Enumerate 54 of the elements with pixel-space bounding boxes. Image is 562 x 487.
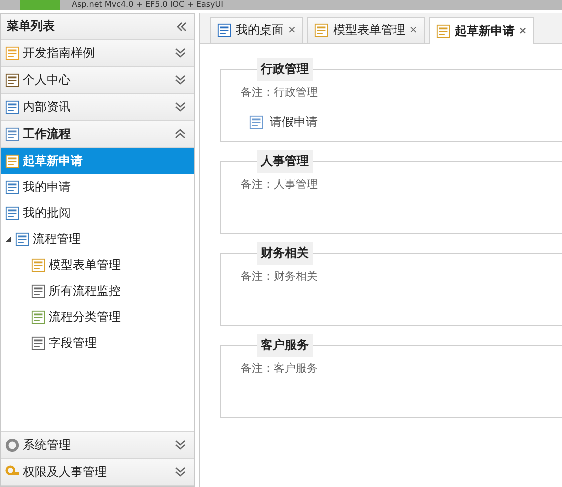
form-link[interactable]: 请假申请: [249, 114, 318, 131]
close-icon[interactable]: ×: [409, 25, 418, 36]
collapse-sidebar-icon[interactable]: [176, 22, 188, 32]
group-note: 备注：行政管理: [241, 85, 319, 100]
tree-item[interactable]: 我的批阅: [1, 200, 194, 226]
group-note: 备注：客户服务: [241, 361, 319, 376]
tree-item[interactable]: 模型表单管理: [1, 252, 194, 278]
group-legend: 客户服务: [257, 334, 313, 357]
logo: [20, 0, 60, 10]
accordion-header[interactable]: 内部资讯: [1, 94, 194, 121]
document-icon: [31, 310, 46, 324]
document-icon: [5, 100, 20, 114]
document-icon: [31, 284, 46, 298]
document-icon: [5, 126, 20, 142]
document-icon: [5, 180, 20, 194]
tab[interactable]: 我的桌面 ×: [210, 17, 304, 43]
document-icon: [31, 336, 46, 350]
tree-item[interactable]: 起草新申请: [1, 148, 194, 174]
group-note: 备注：财务相关: [241, 269, 319, 284]
double-chevron-down-icon[interactable]: [175, 440, 186, 450]
accordion-header[interactable]: 系统管理: [1, 432, 194, 459]
document-icon: [5, 154, 20, 168]
document-icon: [436, 24, 451, 38]
double-chevron-down-icon[interactable]: [175, 102, 186, 112]
tree-item[interactable]: 所有流程监控: [1, 278, 194, 304]
close-icon[interactable]: ×: [518, 26, 528, 36]
accordion-header[interactable]: 权限及人事管理: [1, 459, 194, 486]
group-note: 备注：人事管理: [241, 177, 319, 192]
double-chevron-up-icon[interactable]: [175, 129, 186, 139]
collapse-triangle-icon[interactable]: [5, 236, 12, 242]
document-icon: [5, 46, 20, 60]
tree-item[interactable]: 流程管理: [1, 226, 194, 252]
tree-item[interactable]: 流程分类管理: [1, 304, 194, 330]
accordion-header[interactable]: 开发指南样例: [1, 40, 194, 67]
document-icon: [5, 206, 20, 220]
double-chevron-down-icon[interactable]: [175, 75, 186, 85]
document-icon: [15, 232, 30, 246]
tree-item[interactable]: 我的申请: [1, 174, 194, 200]
group-legend: 财务相关: [257, 242, 313, 265]
tab[interactable]: 起草新申请 ×: [428, 17, 534, 44]
document-icon: [31, 258, 46, 272]
group-legend: 人事管理: [257, 150, 313, 173]
close-icon[interactable]: ×: [288, 25, 296, 36]
accordion-header[interactable]: 工作流程: [1, 121, 194, 148]
document-icon: [314, 23, 330, 38]
sidebar-title: 菜单列表: [7, 18, 55, 35]
tree-item[interactable]: 字段管理: [1, 330, 194, 356]
group-legend: 行政管理: [257, 58, 313, 81]
document-icon: [249, 115, 264, 130]
tab[interactable]: 模型表单管理 ×: [307, 17, 425, 43]
app-title: Asp.net Mvc4.0 + EF5.0 IOC + EasyUI: [72, 0, 224, 10]
double-chevron-down-icon[interactable]: [175, 48, 186, 58]
double-chevron-down-icon[interactable]: [175, 467, 186, 477]
accordion-header[interactable]: 个人中心: [1, 67, 194, 94]
